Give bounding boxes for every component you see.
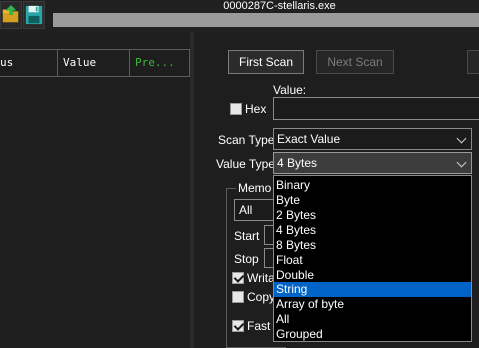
chevron-down-icon <box>456 157 467 168</box>
panel-splitter[interactable] <box>190 32 194 348</box>
option-grouped[interactable]: Grouped <box>274 327 471 342</box>
value-type-value: 4 Bytes <box>277 156 318 170</box>
column-value[interactable]: Value <box>58 50 130 76</box>
start-label: Start <box>234 229 260 243</box>
found-address-list[interactable] <box>0 77 190 348</box>
hex-checkbox[interactable] <box>230 103 242 115</box>
option-8-bytes[interactable]: 8 Bytes <box>274 238 471 253</box>
next-scan-button[interactable]: Next Scan <box>316 50 394 74</box>
stop-label: Stop <box>234 252 259 266</box>
option-2-bytes[interactable]: 2 Bytes <box>274 208 471 223</box>
copy-on-write-checkbox[interactable] <box>232 291 244 303</box>
option-4-bytes[interactable]: 4 Bytes <box>274 223 471 238</box>
window-title: 0000287C-stellaris.exe <box>223 0 336 12</box>
option-float[interactable]: Float <box>274 253 471 268</box>
copy-on-write-label: Copy <box>247 290 276 304</box>
value-type-select[interactable]: 4 Bytes <box>273 152 472 174</box>
column-previous[interactable]: Pre... <box>130 50 190 76</box>
hex-label: Hex <box>245 102 267 116</box>
chevron-down-icon <box>456 133 467 144</box>
memory-region-value: All <box>239 203 253 217</box>
value-label: Value: <box>273 83 307 97</box>
writable-checkbox[interactable] <box>232 272 244 284</box>
process-name-bar <box>53 13 479 27</box>
address-list-header: us Value Pre... <box>0 49 190 77</box>
memory-region-select[interactable]: All <box>234 199 274 221</box>
value-type-label: Value Type <box>216 157 275 171</box>
scan-value-input[interactable] <box>273 97 479 120</box>
writable-label: Writa <box>247 271 275 285</box>
fast-scan-checkbox[interactable] <box>232 320 244 332</box>
first-scan-button[interactable]: First Scan <box>228 50 304 74</box>
option-byte[interactable]: Byte <box>274 193 471 208</box>
option-binary[interactable]: Binary <box>274 178 471 193</box>
memory-group-label: Memo <box>236 181 274 195</box>
column-address[interactable]: us <box>0 50 58 76</box>
option-all[interactable]: All <box>274 312 471 327</box>
toolbar: 0000287C-stellaris.exe <box>0 0 479 32</box>
undo-scan-button[interactable] <box>467 50 479 74</box>
scan-type-label: Scan Type <box>218 133 275 147</box>
scan-type-value: Exact Value <box>277 132 341 146</box>
option-double[interactable]: Double <box>274 268 471 283</box>
scan-type-select[interactable]: Exact Value <box>273 128 472 150</box>
option-string[interactable]: String <box>274 282 471 297</box>
value-type-dropdown-list[interactable]: Binary Byte 2 Bytes 4 Bytes 8 Bytes Floa… <box>273 175 472 342</box>
option-array-of-byte[interactable]: Array of byte <box>274 297 471 312</box>
